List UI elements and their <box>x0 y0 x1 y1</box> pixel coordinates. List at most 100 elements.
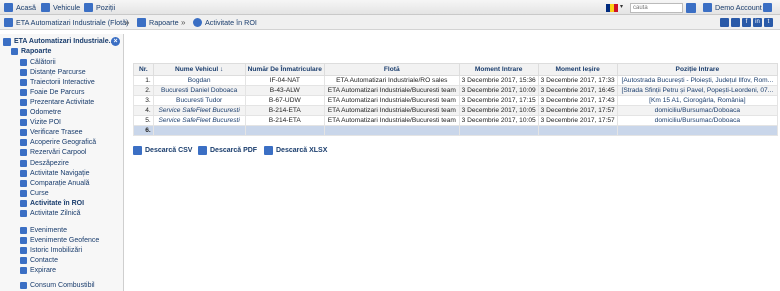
sidebar-item-label: Activitate Navigație <box>30 169 90 177</box>
sidebar-item[interactable]: Verificare Trasee <box>20 128 83 138</box>
sidebar-item[interactable]: Activitate în ROI <box>20 198 84 208</box>
logout-icon[interactable] <box>763 3 772 12</box>
sidebar-item[interactable]: Acoperire Geografică <box>20 138 96 148</box>
cell-pos[interactable]: domiciliu/Bursumac/Doboaca <box>616 105 779 116</box>
nav-vehicles[interactable]: Vehicule <box>41 3 80 12</box>
cell-nr: 1. <box>133 75 154 86</box>
linkedin-icon[interactable]: in <box>753 18 762 27</box>
facebook-icon[interactable]: f <box>742 18 751 27</box>
account-menu[interactable]: Demo Account <box>703 3 762 12</box>
nav-positions[interactable]: Poziții <box>84 3 115 12</box>
sidebar-item[interactable]: Evenimente Geofence <box>20 235 99 245</box>
sidebar-item[interactable]: Istoric Imobilizări <box>20 245 82 255</box>
sidebar-item[interactable]: Prezentare Activitate <box>20 97 94 107</box>
company-icon <box>4 18 13 27</box>
sidebar-item[interactable]: Distanțe Parcurse <box>20 67 86 77</box>
col-plate[interactable]: Număr De Înmatriculare <box>244 63 325 76</box>
report-icon <box>20 266 27 274</box>
cell-name[interactable]: Bucuresti Daniel Doboaca <box>152 85 246 96</box>
sidebar-item[interactable]: Expirare <box>20 265 56 275</box>
share-icon[interactable] <box>720 18 729 27</box>
cell-name[interactable]: Bucuresti Tudor <box>152 95 246 106</box>
sort-arrow-down-icon: ↓ <box>220 66 224 73</box>
sidebar-item-label: Verificare Trasee <box>30 129 83 137</box>
sidebar-item-label: Vizite POI <box>30 119 61 127</box>
col-nr[interactable]: Nr. <box>133 63 154 76</box>
download-pdf-button[interactable]: Descarcă PDF <box>198 146 257 155</box>
cell-name[interactable]: Service SafeFleet Bucuresti <box>152 115 246 126</box>
col-exit-time[interactable]: Moment Ieșire <box>537 63 618 76</box>
cell-fleet: ETA Automatizari Industriale/RO sales <box>323 75 460 86</box>
download-xlsx-button[interactable]: Descarcă XLSX <box>264 146 327 155</box>
sidebar-item-label: Evenimente <box>30 226 67 234</box>
cell-pos[interactable] <box>616 125 779 136</box>
cell-pos[interactable]: [Strada Sfinții Petru și Pavel, Popești-… <box>616 85 779 96</box>
report-icon <box>20 109 27 116</box>
table-row[interactable]: 6. <box>133 125 779 136</box>
search-icon[interactable] <box>686 3 696 13</box>
cell-name[interactable]: Service SafeFleet Bucuresti <box>152 105 246 116</box>
sidebar-item[interactable]: Odometre <box>20 108 61 118</box>
report-icon <box>20 119 27 127</box>
col-fleet[interactable]: Flotă <box>323 63 460 76</box>
sidebar-item[interactable]: Contacte <box>20 255 58 265</box>
report-icon <box>20 78 27 86</box>
sidebar-section-reports[interactable]: Rapoarte <box>11 46 51 56</box>
close-icon[interactable]: × <box>111 37 120 46</box>
sidebar-item-label: Evenimente Geofence <box>30 236 100 244</box>
cell-pos[interactable]: [Autostrada București - Ploiești, Județu… <box>616 75 779 86</box>
cell-name[interactable]: Bogdan <box>152 75 246 86</box>
col-vehicle-name[interactable]: Nume Vehicul ↓ <box>152 63 246 76</box>
cell-out <box>537 125 618 136</box>
cell-name[interactable] <box>152 125 246 136</box>
report-icon <box>20 88 27 96</box>
cell-pos[interactable]: domiciliu/Bursumac/Doboaca <box>616 115 779 126</box>
breadcrumb-current: Activitate în ROI <box>193 18 257 27</box>
col-entry-time[interactable]: Moment Intrare <box>458 63 539 76</box>
download-csv-button[interactable]: Descarcă CSV <box>133 146 192 155</box>
sidebar-item[interactable]: Călătorii <box>20 57 56 67</box>
sidebar-item[interactable]: Traiectorii Interactive <box>20 77 95 87</box>
twitter-icon[interactable]: t <box>764 18 773 27</box>
language-chevron-down-icon[interactable]: ▾ <box>620 3 623 10</box>
cell-out: 3 Decembrie 2017, 16:45 <box>537 85 618 96</box>
sidebar-item[interactable]: Comparație Anuală <box>20 178 90 188</box>
cell-in: 3 Decembrie 2017, 17:15 <box>458 95 539 106</box>
sidebar-item[interactable]: Foaie De Parcurs <box>20 87 84 97</box>
export-icon[interactable] <box>731 18 740 27</box>
report-icon <box>20 149 27 157</box>
sidebar-item[interactable]: Activitate Zilnică <box>20 209 81 219</box>
sidebar-item[interactable]: Deszăpezire <box>20 158 69 168</box>
search-input[interactable] <box>630 3 683 13</box>
report-icon <box>20 236 27 244</box>
report-icon <box>20 98 27 106</box>
table-row[interactable]: 1. Bogdan IF-04-NAT ETA Automatizari Indust… <box>133 75 779 86</box>
sidebar-item-label: Odometre <box>30 109 62 116</box>
flag-icon[interactable] <box>606 4 618 12</box>
cell-plate: B-214-ETA <box>244 115 325 126</box>
cell-pos[interactable]: [Km 15 A1, Ciorogârla, România] <box>616 95 779 106</box>
table-row[interactable]: 2. Bucuresti Daniel Doboaca B-43-ALW ETA Au… <box>133 85 779 96</box>
company-icon <box>3 37 11 46</box>
cell-nr: 3. <box>133 95 154 106</box>
breadcrumb-company[interactable]: ETA Automatizari Industriale (Flotă) <box>4 18 129 27</box>
nav-home[interactable]: Acasă <box>4 3 36 12</box>
table-row[interactable]: 5. Service SafeFleet Bucuresti B-214-ETA ET… <box>133 115 779 126</box>
sidebar-item[interactable]: Rezervări Carpool <box>20 148 86 158</box>
sidebar-item-label: Activitate în ROI <box>30 199 85 207</box>
breadcrumb-reports[interactable]: Rapoarte <box>137 18 179 27</box>
cell-in <box>458 125 539 136</box>
user-icon <box>703 3 712 12</box>
sidebar-item[interactable]: Consum Combustibil <box>20 280 95 290</box>
cell-plate: B-67-UDW <box>244 95 325 106</box>
reports-icon <box>11 47 18 55</box>
table-row[interactable]: 3. Bucuresti Tudor B-67-UDW ETA Automatizar… <box>133 95 779 106</box>
table-row[interactable]: 4. Service SafeFleet Bucuresti B-214-ETA ET… <box>133 105 779 116</box>
reports-icon <box>137 18 146 27</box>
col-entry-position[interactable]: Poziție Intrare <box>616 63 779 76</box>
sidebar-item[interactable]: Vizite POI <box>20 118 61 128</box>
sidebar-item[interactable]: Evenimente <box>20 225 67 235</box>
sidebar-item[interactable]: Activitate Navigație <box>20 168 90 178</box>
breadcrumb-reports-label: Rapoarte <box>149 18 179 27</box>
sidebar-item[interactable]: Curse <box>20 188 49 198</box>
